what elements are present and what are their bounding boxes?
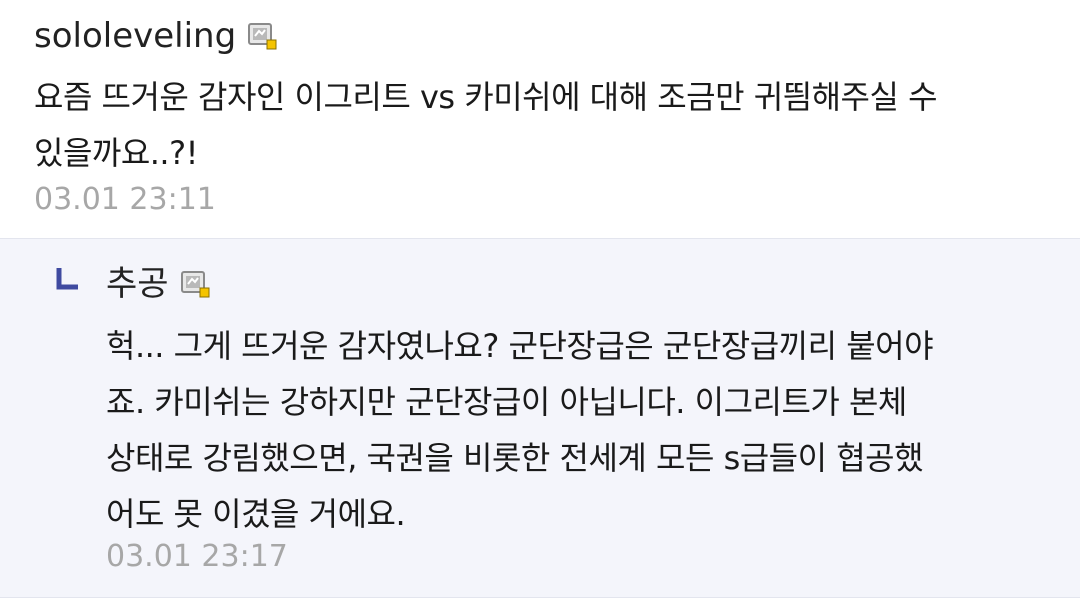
comment-timestamp: 03.01 23:11 [34,182,216,217]
reply-body-line: 헉... 그게 뜨거운 감자였나요? 군단장급은 군단장급끼리 붙어야 [106,327,934,365]
member-grade-icon [180,271,210,298]
reply-body: 헉... 그게 뜨거운 감자였나요? 군단장급은 군단장급끼리 붙어야 죠. 카… [106,318,934,542]
reply-author-name[interactable]: 추공 [106,264,169,304]
reply-body-line: 상태로 강림했으면, 국권을 비롯한 전세계 모든 s급들이 협공했 [106,439,924,477]
reply-body-line: 어도 못 이겼을 거에요. [106,495,406,533]
comment-author-name[interactable]: sololeveling [34,16,236,56]
comment-item: sololeveling 요즘 뜨거운 감자인 이그리트 vs 카미쉬에 대해 … [0,0,1080,238]
reply-body-line: 죠. 카미쉬는 강하지만 군단장급이 아닙니다. 이그리트가 본체 [106,383,907,421]
comment-author-row: sololeveling [34,16,278,56]
reply-timestamp: 03.01 23:17 [106,539,288,574]
member-grade-icon [248,23,277,50]
reply-author-row: 추공 [106,264,211,304]
list-bottom-spacer [0,598,1080,608]
comment-body-line: 요즘 뜨거운 감자인 이그리트 vs 카미쉬에 대해 조금만 귀띔해주실 수 [34,78,938,116]
comment-body: 요즘 뜨거운 감자인 이그리트 vs 카미쉬에 대해 조금만 귀띔해주실 수 있… [34,69,938,181]
reply-arrow-icon [56,268,78,290]
comment-body-line: 있을까요..?! [34,134,198,172]
